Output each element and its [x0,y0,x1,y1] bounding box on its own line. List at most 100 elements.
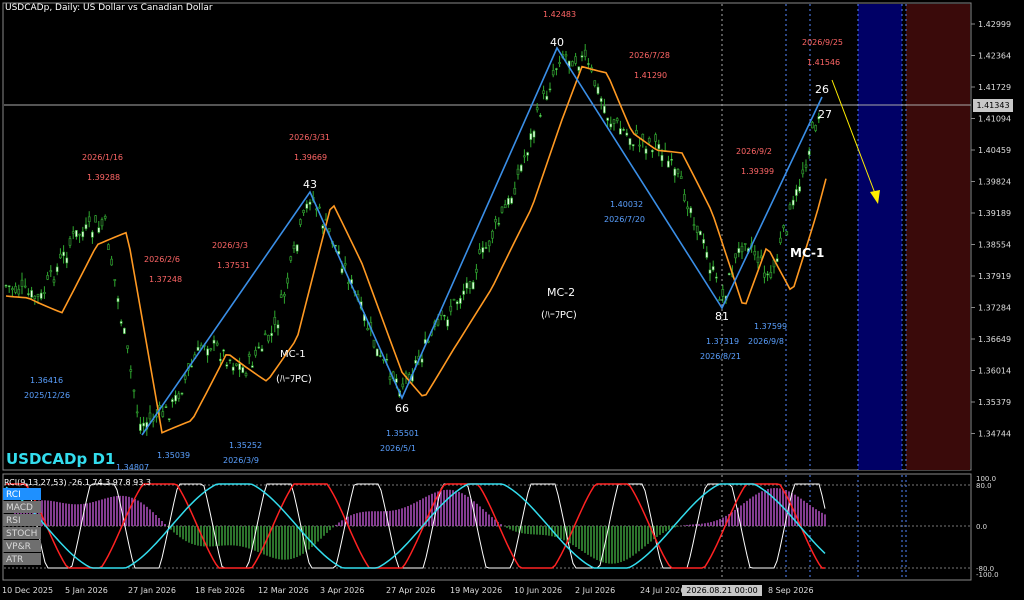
current-price-label: 1.41343 [973,99,1013,112]
candle-body [465,282,469,289]
date-axis-label: 10 Jun 2026 [514,586,562,595]
candle-body [158,404,161,408]
indicator-axis-label: 0.0 [976,523,987,531]
price-axis-label: 1.37284 [978,304,1011,313]
candle-body [676,169,680,174]
indicator-button-rci[interactable]: RCI [3,488,41,500]
candle-body [27,293,30,295]
candle-body [475,268,478,273]
candle-body [222,349,225,352]
low-annotation-date: 2025/12/26 [24,391,70,400]
candle-body [142,422,145,427]
candle-body [238,363,241,370]
candle-body [497,223,501,225]
low-annotation-date: 2026/5/1 [380,444,416,453]
candle-body [17,288,21,295]
candle-body [542,90,545,94]
wave-label: MC-1 [280,349,306,360]
candle-body [743,243,747,245]
candle-body [718,299,721,301]
future-zone-blue [858,4,902,470]
candle-body [609,123,613,128]
candle-body [487,240,491,247]
indicator-button-stoch[interactable]: STOCH [3,527,41,539]
candle-body [468,281,472,289]
candle-body [759,255,763,258]
candle-body [686,206,689,210]
candle-body [49,270,53,273]
candle-body [84,224,88,229]
candle-body [494,219,497,223]
candle-body [174,394,177,402]
price-chart[interactable]: 1.42999 1.42364 1.41729 1.41094 1.40459 1.398… [0,0,1024,600]
candle-body [292,245,296,250]
low-annotation-date: 2026/9/8 [748,337,784,346]
candle-body [446,319,449,327]
candle-body [775,258,779,262]
candle-body [667,160,670,168]
candle-body [260,348,264,352]
indicator-button-vpr[interactable]: VP&R [3,540,41,552]
candle-body [721,289,725,297]
candle-body [132,389,136,392]
symbol-timeframe-label: USDCADp D1 [6,450,116,468]
candle-body [215,342,219,346]
candle-body [795,189,798,196]
candle-body [279,294,283,298]
candle-body [596,86,600,94]
chart-window[interactable]: 1.42999 1.42364 1.41729 1.41094 1.40459 1.398… [0,0,1024,600]
candle-body [225,364,229,367]
candle-body [577,66,581,71]
price-axis-label: 1.42364 [978,52,1011,61]
candle-body [71,231,75,234]
candle-body [289,256,293,261]
date-axis-label: 12 Mar 2026 [258,586,309,595]
candle-body [683,194,686,202]
candle-body [420,358,424,363]
candle-body [270,333,273,337]
candle-body [811,122,814,129]
candle-body [119,321,123,324]
indicator-axis-label: 80.0 [976,482,992,490]
candle-body [295,244,299,252]
wave-label: MC-1 [790,246,824,260]
candle-body [587,63,590,65]
pivot-count-label: 27 [818,108,832,121]
candle-body [660,155,664,162]
candle-body [606,117,609,121]
candle-body [443,315,446,317]
candle-body [449,305,453,312]
candle-body [478,249,481,254]
price-axis-label: 1.34744 [978,430,1011,439]
candle-body [647,138,651,143]
indicator-button-rsi[interactable]: RSI [3,514,41,526]
candle-body [526,152,529,156]
wave-label: MC-2 [547,286,575,299]
chart-title: USDCADp, Daily: US Dollar vs Canadian Do… [5,3,213,13]
low-annotation-price: 1.37319 [706,337,739,346]
candle-body [484,247,488,249]
indicator-button-macd[interactable]: MACD [3,501,41,513]
candle-body [519,164,523,172]
indicator-axis-label: -100.0 [976,571,999,579]
indicator-button-atr[interactable]: ATR [3,553,41,565]
candle-body [65,257,69,264]
candle-body [39,292,43,299]
candle-body [385,358,389,361]
candle-body [727,273,731,276]
candle-body [167,418,171,420]
candle-body [164,406,168,408]
candle-body [769,272,773,278]
candle-body [110,258,113,266]
candle-body [100,219,104,227]
candle-body [702,239,705,244]
candle-body [36,294,40,297]
candle-body [625,132,629,136]
price-axis-label: 1.36014 [978,367,1011,376]
candle-body [123,327,126,334]
candle-body [756,256,760,263]
candle-body [807,150,811,156]
candle-body [715,276,718,279]
candle-body [535,107,539,111]
pivot-count-label: 43 [303,178,317,191]
